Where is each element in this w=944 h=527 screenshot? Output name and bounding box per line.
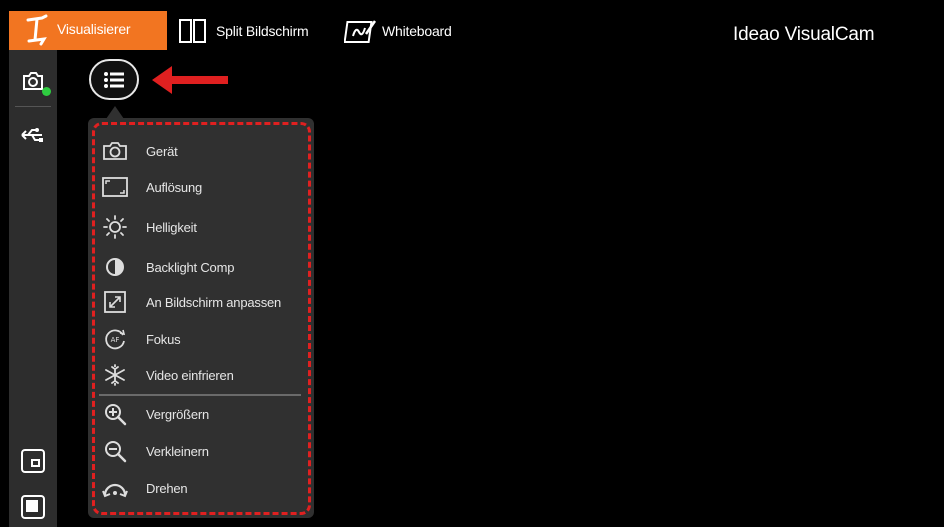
annotation-arrow bbox=[150, 62, 230, 98]
autofocus-icon: AF bbox=[100, 326, 130, 352]
menu-item-vergroessern[interactable]: Vergrößern bbox=[100, 400, 306, 428]
menu-divider bbox=[99, 394, 301, 396]
fullscreen-button[interactable] bbox=[15, 490, 51, 524]
tab-label: Visualisierer bbox=[57, 21, 131, 37]
menu-item-fit-screen[interactable]: An Bildschirm anpassen bbox=[100, 288, 306, 316]
connection-status-dot bbox=[42, 87, 51, 96]
menu-item-drehen[interactable]: Drehen bbox=[100, 474, 306, 502]
menu-item-label: Verkleinern bbox=[146, 443, 209, 459]
snowflake-icon bbox=[100, 362, 130, 388]
zoom-in-icon bbox=[100, 401, 130, 427]
split-screen-icon bbox=[178, 18, 208, 44]
menu-item-label: Helligkeit bbox=[146, 219, 197, 235]
menu-item-fokus[interactable]: AF Fokus bbox=[100, 325, 306, 353]
window-mode-icon bbox=[20, 448, 46, 474]
tab-visualisierer[interactable]: Visualisierer bbox=[9, 11, 167, 50]
menu-item-video-einfrieren[interactable]: Video einfrieren bbox=[100, 361, 306, 389]
menu-item-label: Fokus bbox=[146, 331, 181, 347]
contrast-icon bbox=[100, 254, 130, 280]
top-bar: Visualisierer Split Bildschirm Whiteboar… bbox=[0, 0, 944, 50]
menu-item-backlight-comp[interactable]: Backlight Comp bbox=[100, 253, 306, 281]
sidebar-divider bbox=[15, 106, 51, 107]
menu-item-helligkeit[interactable]: Helligkeit bbox=[100, 213, 306, 241]
camera-icon bbox=[21, 71, 45, 91]
window-mode-button[interactable] bbox=[15, 444, 51, 478]
menu-item-geraet[interactable]: Gerät bbox=[100, 137, 306, 165]
rotate-icon bbox=[100, 475, 130, 501]
menu-item-verkleinern[interactable]: Verkleinern bbox=[100, 437, 306, 465]
usb-icon bbox=[20, 126, 46, 144]
menu-item-label: Video einfrieren bbox=[146, 367, 234, 383]
whiteboard-icon bbox=[344, 18, 377, 44]
usb-source-button[interactable] bbox=[15, 118, 51, 152]
camera-icon bbox=[100, 138, 130, 164]
list-menu-icon bbox=[103, 71, 125, 89]
menu-item-label: Auflösung bbox=[146, 179, 203, 195]
visualizer-logo-icon bbox=[24, 14, 52, 46]
menu-item-label: Backlight Comp bbox=[146, 259, 235, 275]
brightness-icon bbox=[100, 214, 130, 240]
menu-item-label: Gerät bbox=[146, 143, 178, 159]
camera-source-button[interactable] bbox=[15, 64, 51, 98]
app-brand-title: Ideao VisualCam bbox=[733, 24, 875, 45]
menu-item-aufloesung[interactable]: Auflösung bbox=[100, 173, 306, 201]
fit-screen-icon bbox=[100, 289, 130, 315]
tab-label: Whiteboard bbox=[382, 22, 452, 39]
tab-label: Split Bildschirm bbox=[216, 22, 309, 39]
fullscreen-icon bbox=[20, 494, 46, 520]
tab-split-bildschirm[interactable]: Split Bildschirm bbox=[178, 11, 309, 50]
menu-toggle-button[interactable] bbox=[89, 59, 139, 100]
zoom-out-icon bbox=[100, 438, 130, 464]
left-sidebar bbox=[9, 50, 57, 527]
resolution-icon bbox=[100, 174, 130, 200]
menu-item-label: Vergrößern bbox=[146, 406, 210, 422]
menu-item-label: An Bildschirm anpassen bbox=[146, 294, 282, 310]
menu-item-label: Drehen bbox=[146, 480, 188, 496]
svg-text:AF: AF bbox=[111, 336, 120, 344]
tab-whiteboard[interactable]: Whiteboard bbox=[344, 11, 452, 50]
